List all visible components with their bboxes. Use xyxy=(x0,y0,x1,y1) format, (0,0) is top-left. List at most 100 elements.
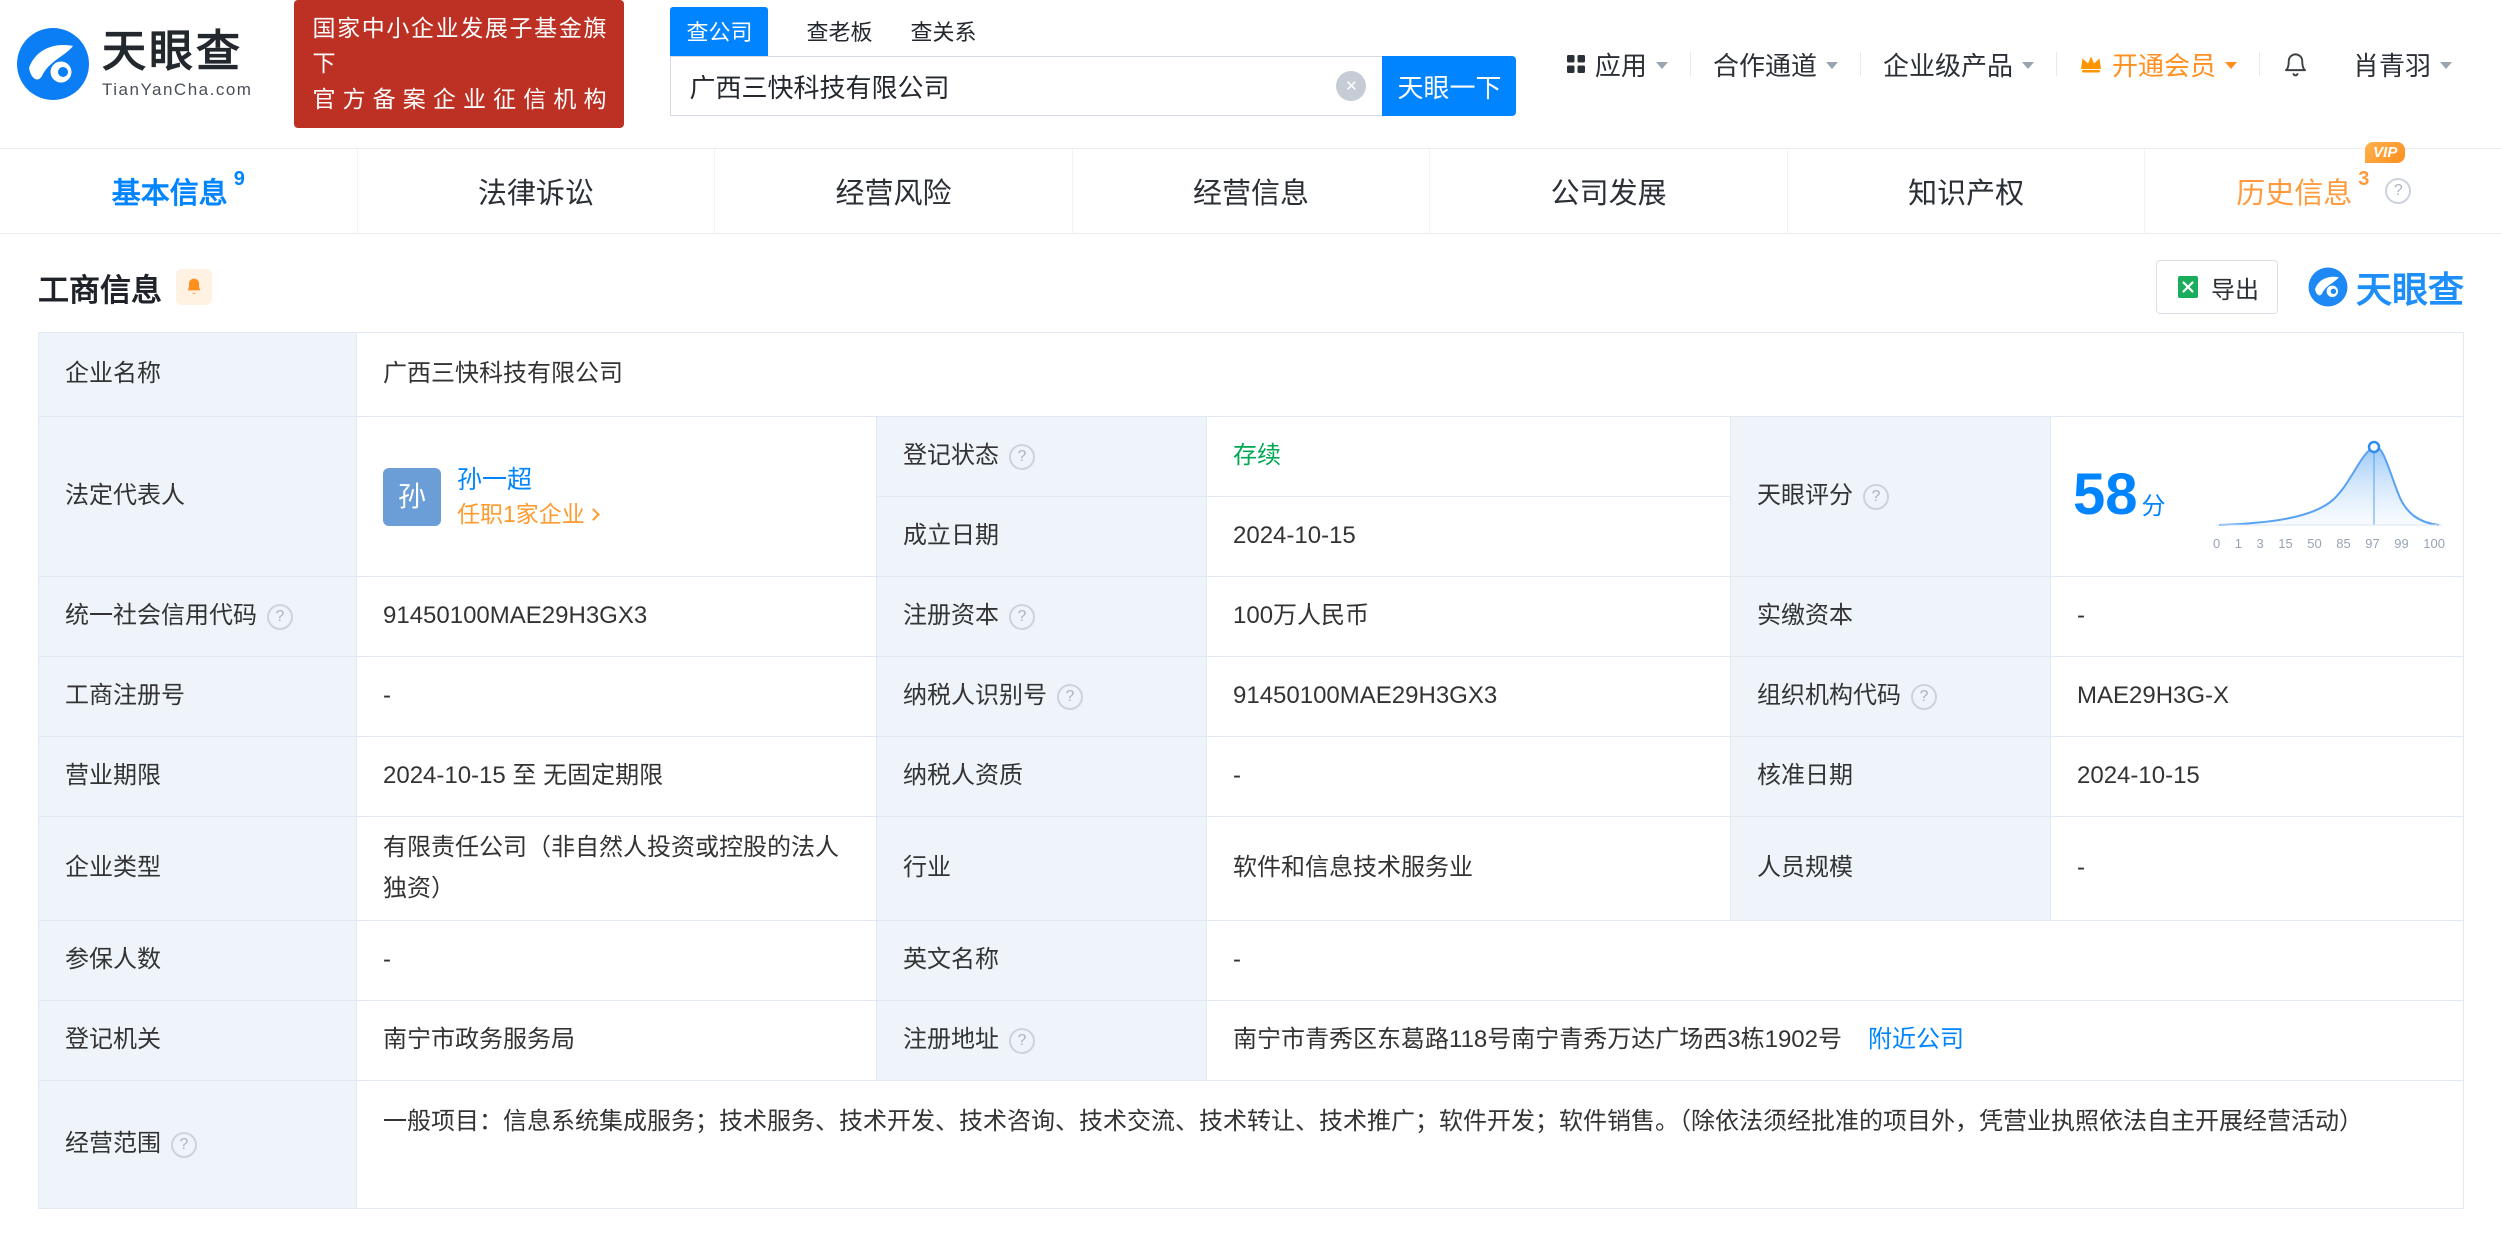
nav-apps-label: 应用 xyxy=(1595,46,1647,83)
field-label-company-name: 企业名称 xyxy=(39,333,357,417)
status-badge: 存续 xyxy=(1233,436,1281,477)
field-label-staff-size: 人员规模 xyxy=(1731,817,2051,921)
vip-tag: VIP xyxy=(2365,142,2405,163)
tab-count-badge: 3 xyxy=(2358,168,2369,191)
tab-label: 基本信息 xyxy=(112,170,228,212)
tab-operating-risk[interactable]: 经营风险 xyxy=(715,149,1073,233)
field-value-taxpayer-qualification: - xyxy=(1207,737,1731,817)
chevron-down-icon xyxy=(1656,62,1668,69)
field-label-industry: 行业 xyxy=(877,817,1207,921)
tab-label: 法律诉讼 xyxy=(478,170,594,212)
tab-basic-info[interactable]: 基本信息 9 xyxy=(0,149,358,233)
search-tab-relation[interactable]: 查关系 xyxy=(910,15,976,56)
help-icon[interactable] xyxy=(267,604,293,630)
user-account[interactable]: 肖青羽 xyxy=(2331,46,2474,83)
field-label-establish-date: 成立日期 xyxy=(877,497,1207,577)
chevron-down-icon xyxy=(2225,62,2237,69)
nav-cooperation[interactable]: 合作通道 xyxy=(1691,46,1860,83)
nav-apps[interactable]: 应用 xyxy=(1544,46,1690,83)
field-value-organization-code: MAE29H3G-X xyxy=(2051,657,2464,737)
bell-icon xyxy=(184,277,204,297)
score-axis-labels: 0131550859799100 xyxy=(2213,533,2445,555)
user-name: 肖青羽 xyxy=(2353,46,2431,83)
field-label-registration-authority: 登记机关 xyxy=(39,1001,357,1081)
watermark-text: 天眼查 xyxy=(2356,261,2464,313)
legal-rep-name-link[interactable]: 孙一超 xyxy=(457,463,598,498)
tab-legal-proceedings[interactable]: 法律诉讼 xyxy=(358,149,716,233)
chevron-down-icon xyxy=(1826,62,1838,69)
logo-text: 天眼查 xyxy=(102,28,252,76)
tianyancha-logo-icon xyxy=(2308,267,2348,307)
help-icon[interactable] xyxy=(1009,604,1035,630)
field-value-insured-count: - xyxy=(357,921,877,1001)
search-input[interactable] xyxy=(670,56,1382,116)
tianyancha-logo[interactable]: 天眼查 TianYanCha.com xyxy=(16,27,252,101)
field-label-business-term: 营业期限 xyxy=(39,737,357,817)
legal-rep-avatar[interactable]: 孙 xyxy=(383,468,441,526)
search-button[interactable]: 天眼一下 xyxy=(1382,56,1516,116)
badge-line-1: 国家中小企业发展子基金旗下 xyxy=(312,11,606,82)
tab-label: 经营风险 xyxy=(835,170,951,212)
nav-enterprise-label: 企业级产品 xyxy=(1883,46,2013,83)
tab-label: 公司发展 xyxy=(1551,170,1667,212)
field-label-credit-code: 统一社会信用代码 xyxy=(39,577,357,657)
help-icon[interactable] xyxy=(1009,1028,1035,1054)
top-navigation: 应用 合作通道 企业级产品 开通会员 xyxy=(1544,46,2474,83)
nav-cooperation-label: 合作通道 xyxy=(1713,46,1817,83)
score-curve xyxy=(2213,437,2445,531)
field-label-taxpayer-qualification: 纳税人资质 xyxy=(877,737,1207,817)
field-label-insured-count: 参保人数 xyxy=(39,921,357,1001)
field-label-tianyan-score: 天眼评分 xyxy=(1731,417,2051,577)
apps-grid-icon xyxy=(1566,54,1586,74)
field-label-english-name: 英文名称 xyxy=(877,921,1207,1001)
score-unit: 分 xyxy=(2142,487,2166,528)
tab-label: 历史信息 xyxy=(2236,170,2352,212)
search-tab-company[interactable]: 查公司 xyxy=(670,7,768,56)
field-label-business-scope: 经营范围 xyxy=(39,1081,357,1209)
nearby-companies-link[interactable]: 附近公司 xyxy=(1868,1020,1964,1061)
notification-bell[interactable] xyxy=(2260,51,2331,78)
section-title: 工商信息 xyxy=(38,265,162,310)
field-label-taxpayer-id: 纳税人识别号 xyxy=(877,657,1207,737)
score-distribution-chart: 0131550859799100 xyxy=(2213,437,2445,555)
field-value-credit-code: 91450100MAE29H3GX3 xyxy=(357,577,877,657)
field-value-english-name: - xyxy=(1207,921,2464,1001)
excel-icon xyxy=(2175,274,2201,300)
tab-business-info[interactable]: 经营信息 xyxy=(1073,149,1431,233)
tab-company-development[interactable]: 公司发展 xyxy=(1430,149,1788,233)
export-button[interactable]: 导出 xyxy=(2156,260,2278,314)
tianyancha-logo-icon xyxy=(16,27,90,101)
field-label-paid-capital: 实缴资本 xyxy=(1731,577,2051,657)
help-icon[interactable] xyxy=(171,1132,197,1158)
bell-icon xyxy=(2282,51,2309,78)
chevron-down-icon xyxy=(2022,62,2034,69)
crown-icon xyxy=(2079,54,2103,74)
field-value-paid-capital: - xyxy=(2051,577,2464,657)
tab-history-info[interactable]: 历史信息 3 VIP xyxy=(2145,149,2502,233)
tab-intellectual-property[interactable]: 知识产权 xyxy=(1788,149,2146,233)
gov-certification-badge: 国家中小企业发展子基金旗下 官方备案企业征信机构 xyxy=(294,0,624,128)
field-value-company-name: 广西三快科技有限公司 xyxy=(357,333,2464,417)
field-label-organization-code: 组织机构代码 xyxy=(1731,657,2051,737)
nav-enterprise-products[interactable]: 企业级产品 xyxy=(1861,46,2056,83)
help-icon[interactable] xyxy=(1057,684,1083,710)
field-label-legal-representative: 法定代表人 xyxy=(39,417,357,577)
business-info-section-header: 工商信息 导出 天眼查 xyxy=(38,260,2464,314)
help-icon[interactable] xyxy=(2385,178,2411,204)
field-value-approval-date: 2024-10-15 xyxy=(2051,737,2464,817)
help-icon[interactable] xyxy=(1911,684,1937,710)
top-header: 天眼查 TianYanCha.com 国家中小企业发展子基金旗下 官方备案企业征… xyxy=(0,0,2502,128)
help-icon[interactable] xyxy=(1863,484,1889,510)
monitor-bell-button[interactable] xyxy=(176,269,212,305)
nav-vip-membership[interactable]: 开通会员 xyxy=(2057,46,2259,83)
field-value-registration-status: 存续 xyxy=(1207,417,1731,497)
tab-label: 经营信息 xyxy=(1193,170,1309,212)
watermark-logo: 天眼查 xyxy=(2308,261,2464,313)
search-tab-boss[interactable]: 查老板 xyxy=(806,15,872,56)
help-icon[interactable] xyxy=(1009,444,1035,470)
export-label: 导出 xyxy=(2211,270,2259,305)
field-label-registered-capital: 注册资本 xyxy=(877,577,1207,657)
legal-rep-positions-link[interactable]: 任职1家企业 xyxy=(457,498,598,530)
field-value-taxpayer-id: 91450100MAE29H3GX3 xyxy=(1207,657,1731,737)
logo-domain: TianYanCha.com xyxy=(102,81,252,100)
